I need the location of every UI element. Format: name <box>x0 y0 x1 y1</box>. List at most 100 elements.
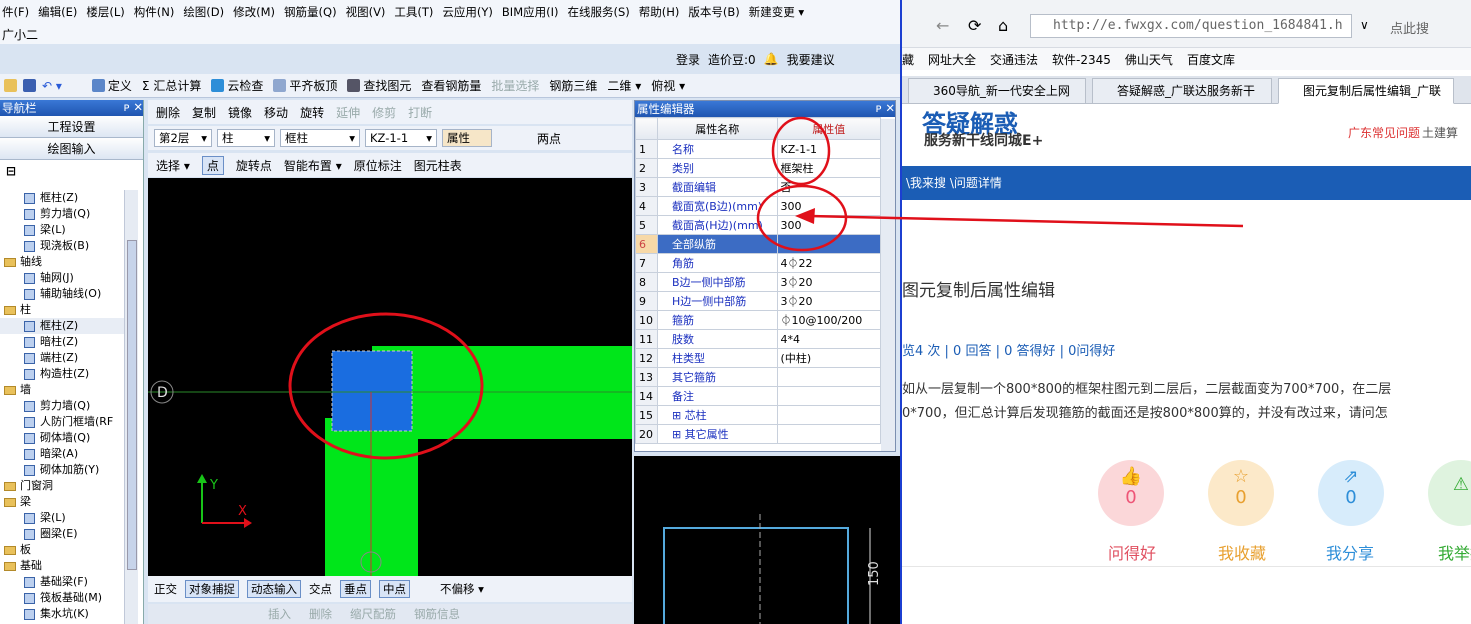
selected-column[interactable] <box>331 350 413 432</box>
tree-item[interactable]: 轴线 <box>0 254 124 270</box>
two-point-button[interactable]: 两点 <box>537 130 561 147</box>
define-button[interactable]: 定义 <box>91 77 132 94</box>
ask-good-button[interactable]: 👍 0 <box>1098 460 1164 526</box>
type-select[interactable]: 柱 ▾ <box>217 129 275 147</box>
break-button[interactable]: 打断 <box>408 104 432 121</box>
dynamic-input-button[interactable]: 动态输入 <box>247 580 301 598</box>
menu-version[interactable]: 版本号(B) <box>688 4 739 20</box>
menu-component[interactable]: 构件(N) <box>134 4 175 20</box>
tree-item[interactable]: 人防门框墙(RF <box>0 414 124 430</box>
view-rebar-button[interactable]: 查看钢筋量 <box>421 77 481 94</box>
summary-calc-button[interactable]: Σ 汇总计算 <box>142 77 201 94</box>
tree-item[interactable]: 轴网(J) <box>0 270 124 286</box>
share-button[interactable]: ⇗ 0 <box>1318 460 1384 526</box>
delete-button[interactable]: 删除 <box>156 104 180 121</box>
tree-item[interactable]: 基础梁(F) <box>0 574 124 590</box>
menu-floor[interactable]: 楼层(L) <box>86 4 124 20</box>
tree-item[interactable]: 筏板基础(M) <box>0 590 124 606</box>
menu-view[interactable]: 视图(V) <box>346 4 386 20</box>
scale-rebar-button[interactable]: 缩尺配筋 <box>350 606 396 622</box>
copy-button[interactable]: 复制 <box>192 104 216 121</box>
name-select[interactable]: KZ-1-1 ▾ <box>365 129 437 147</box>
fav-item[interactable]: 网址大全 <box>928 51 976 68</box>
align-slab-top-button[interactable]: 平齐板顶 <box>273 77 337 94</box>
rebar-info-button[interactable]: 钢筋信息 <box>414 606 460 622</box>
report-button[interactable]: ⚠ <box>1428 460 1471 526</box>
tree-item[interactable]: 集水坑(K) <box>0 606 124 622</box>
menu-rebar[interactable]: 钢筋量(Q) <box>284 4 337 20</box>
extend-button[interactable]: 延伸 <box>336 104 360 121</box>
select-button[interactable]: 选择 ▾ <box>156 157 190 174</box>
menu-draw[interactable]: 绘图(D) <box>183 4 224 20</box>
move-button[interactable]: 移动 <box>264 104 288 121</box>
tree-item[interactable]: 门窗洞 <box>0 478 124 494</box>
fav-item[interactable]: 百度文库 <box>1187 51 1235 68</box>
tree-item[interactable]: 辅助轴线(O) <box>0 286 124 302</box>
tree-item[interactable]: 基础 <box>0 558 124 574</box>
save-icon[interactable] <box>23 79 36 92</box>
menu-tools[interactable]: 工具(T) <box>394 4 433 20</box>
tree-item[interactable]: 柱 <box>0 302 124 318</box>
top-view-button[interactable]: 俯视 ▾ <box>651 77 685 94</box>
column-table-button[interactable]: 图元柱表 <box>414 157 462 174</box>
rotate-point-button[interactable]: 旋转点 <box>236 157 272 174</box>
rebar-3d-button[interactable]: 钢筋三维 <box>549 77 597 94</box>
nav-scrollbar[interactable] <box>124 190 138 624</box>
menu-help[interactable]: 帮助(H) <box>639 4 680 20</box>
object-snap-button[interactable]: 对象捕捉 <box>185 580 239 598</box>
fav-item[interactable]: 藏 <box>902 51 914 68</box>
drawing-canvas[interactable]: D Y X <box>148 178 632 576</box>
trim-button[interactable]: 修剪 <box>372 104 396 121</box>
subtype-select[interactable]: 框柱 ▾ <box>280 129 360 147</box>
view-2d-button[interactable]: 二维 ▾ <box>607 77 641 94</box>
menu-new-change[interactable]: 新建变更 ▾ <box>749 4 804 20</box>
tree-item[interactable]: 砌体加筋(Y) <box>0 462 124 478</box>
tree-item[interactable]: 剪力墙(Q) <box>0 398 124 414</box>
favorite-button[interactable]: ☆ 0 <box>1208 460 1274 526</box>
tab-current[interactable]: 图元复制后属性编辑_广联 <box>1278 78 1454 104</box>
tree-item[interactable]: 梁 <box>0 494 124 510</box>
back-icon[interactable]: ← <box>936 16 949 35</box>
close-icon[interactable]: ᴘ ✕ <box>124 100 143 116</box>
floor-select[interactable]: 第2层 ▾ <box>154 129 212 147</box>
batch-select-button[interactable]: 批量选择 <box>491 77 539 94</box>
refresh-icon[interactable]: ⟳ <box>968 16 981 35</box>
tree-item[interactable]: 梁(L) <box>0 222 124 238</box>
tree-item[interactable]: 墙 <box>0 382 124 398</box>
find-element-button[interactable]: 查找图元 <box>347 77 411 94</box>
bell-icon[interactable]: 🔔 <box>764 52 779 66</box>
search-box[interactable]: 点此搜 <box>1390 18 1429 37</box>
home-icon[interactable]: ⌂ <box>998 16 1008 35</box>
tree-item[interactable]: 现浇板(B) <box>0 238 124 254</box>
perpendicular-button[interactable]: 垂点 <box>340 580 371 598</box>
address-bar[interactable]: http://e.fwxgx.com/question_1684841.h <box>1030 14 1352 38</box>
tab-answers[interactable]: 答疑解惑_广联达服务新干 <box>1092 78 1272 104</box>
offset-select[interactable]: 不偏移 ▾ <box>440 581 484 597</box>
project-settings-button[interactable]: 工程设置 <box>0 116 143 138</box>
tree-item[interactable]: 梁(L) <box>0 510 124 526</box>
suggest-link[interactable]: 我要建议 <box>787 51 835 68</box>
insert-button[interactable]: 插入 <box>268 606 291 622</box>
nav-link-civil[interactable]: 土建算 <box>1422 124 1458 141</box>
menu-online[interactable]: 在线服务(S) <box>568 4 630 20</box>
rotate-button[interactable]: 旋转 <box>300 104 324 121</box>
tree-item[interactable]: 暗梁(A) <box>0 446 124 462</box>
menu-edit[interactable]: 编辑(E) <box>38 4 77 20</box>
menu-modify[interactable]: 修改(M) <box>233 4 275 20</box>
tree-item[interactable]: 构造柱(Z) <box>0 366 124 382</box>
fav-item[interactable]: 软件-2345 <box>1052 51 1111 68</box>
delete-row-button[interactable]: 删除 <box>309 606 332 622</box>
tree-item[interactable]: 暗柱(Z) <box>0 334 124 350</box>
tree-item[interactable]: 板 <box>0 542 124 558</box>
nav-link-guangdong[interactable]: 广东常见问题 <box>1348 124 1420 141</box>
fav-item[interactable]: 佛山天气 <box>1125 51 1173 68</box>
dropdown-icon[interactable]: ∨ <box>1360 18 1369 32</box>
ortho-button[interactable]: 正交 <box>154 581 177 597</box>
inplace-label-button[interactable]: 原位标注 <box>354 157 402 174</box>
menu-file[interactable]: 件(F) <box>2 4 29 20</box>
tab-360[interactable]: 360导航_新一代安全上网 <box>908 78 1086 104</box>
point-button[interactable]: 点 <box>201 155 224 175</box>
open-folder-icon[interactable] <box>4 79 17 92</box>
smart-place-button[interactable]: 智能布置 ▾ <box>284 157 342 174</box>
undo-icon[interactable]: ↶ ▾ <box>42 79 62 93</box>
